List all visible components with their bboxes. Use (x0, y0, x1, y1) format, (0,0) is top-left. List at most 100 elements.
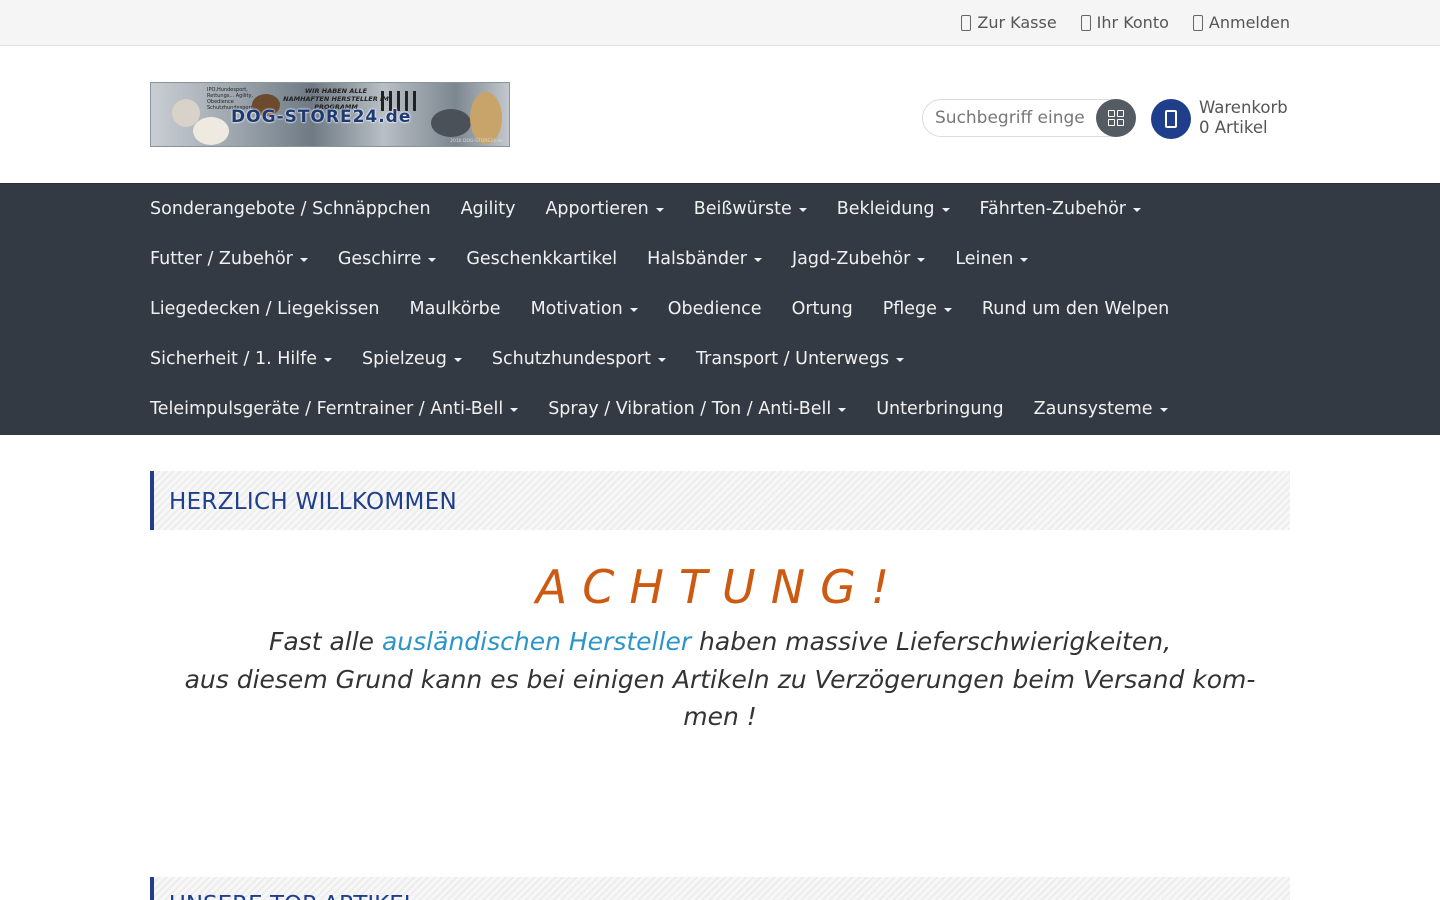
nav-item[interactable]: Leinen (955, 249, 1029, 269)
nav-item[interactable]: Apportieren (545, 199, 664, 219)
welcome-section-header: HERZLICH WILLKOMMEN (150, 471, 1290, 530)
nav-item[interactable]: Spielzeug (362, 349, 462, 369)
caret-down-icon (629, 308, 638, 312)
caret-down-icon (753, 258, 762, 262)
nav-item[interactable]: Ortung (792, 299, 853, 319)
store-logo[interactable]: IPO,Hundesport, Rettungs... Agility, Obe… (150, 82, 510, 147)
search-box (922, 99, 1136, 137)
notice-line-1: Fast alle ausländischen Hersteller haben… (150, 623, 1290, 661)
login-icon (1192, 14, 1203, 31)
logo-handler-graphic (431, 109, 471, 137)
notice-line-3: men ! (683, 702, 757, 731)
nav-item-label: Schutzhundesport (491, 349, 651, 369)
nav-item-label: Pflege (882, 299, 937, 319)
caret-down-icon (941, 208, 950, 212)
nav-item-label: Beißwürste (693, 199, 792, 219)
nav-item-label: Zaunsysteme (1033, 399, 1153, 419)
caret-down-icon (838, 408, 847, 412)
nav-item[interactable]: Zaunsysteme (1034, 399, 1168, 419)
checkout-link[interactable]: Zur Kasse (961, 13, 1057, 32)
nav-row: Teleimpulsgeräte / Ferntrainer / Anti-Be… (150, 384, 1290, 434)
search-button[interactable] (1096, 99, 1136, 137)
nav-item[interactable]: Agility (461, 199, 516, 219)
logo-brand-text: DOG-STORE24.de (231, 107, 412, 127)
nav-item[interactable]: Sicherheit / 1. Hilfe (150, 349, 333, 369)
header: IPO,Hundesport, Rettungs... Agility, Obe… (0, 46, 1440, 183)
nav-item[interactable]: Fährten-Zubehör (980, 199, 1141, 219)
nav-item-label: Teleimpulsgeräte / Ferntrainer / Anti-Be… (150, 399, 504, 419)
nav-item[interactable]: Jagd-Zubehör (791, 249, 926, 269)
nav-item-label: Jagd-Zubehör (791, 249, 911, 269)
nav-item[interactable]: Bekleidung (837, 199, 950, 219)
nav-item[interactable]: Geschirre (337, 249, 437, 269)
nav-row: Liegedecken / Liegekissen Maulkörbe Motiva… (150, 284, 1290, 334)
search-input[interactable] (935, 106, 1085, 130)
notice-line-1-post: haben massive Lieferschwierigkeiten, (691, 627, 1172, 656)
nav-item-label: Agility (460, 199, 516, 219)
nav-item[interactable]: Motivation (531, 299, 638, 319)
cart-button[interactable] (1151, 99, 1191, 139)
foreign-manufacturers-link[interactable]: ausländischen Hersteller (382, 627, 691, 656)
top-articles-title: UNSERE TOP-ARTIKEL (169, 892, 417, 900)
nav-row: Sicherheit / 1. Hilfe Spielzeug Schutzhund… (150, 334, 1290, 384)
nav-item[interactable]: Teleimpulsgeräte / Ferntrainer / Anti-Be… (150, 399, 519, 419)
nav-item-label: Fährten-Zubehör (979, 199, 1126, 219)
nav-item-label: Maulkörbe (409, 299, 501, 319)
caret-down-icon (655, 208, 664, 212)
nav-item-label: Rund um den Welpen (981, 299, 1170, 319)
nav-item[interactable]: Futter / Zubehör (150, 249, 308, 269)
nav-item[interactable]: Spray / Vibration / Ton / Anti-Bell (548, 399, 847, 419)
nav-item-label: Liegedecken / Liegekissen (150, 299, 380, 319)
nav-row: Futter / Zubehör Geschirre Geschenkkartike… (150, 234, 1290, 284)
logo-dog-tan-graphic (470, 92, 502, 144)
nav-item-label: Geschirre (337, 249, 422, 269)
nav-item[interactable]: Liegedecken / Liegekissen (150, 299, 379, 319)
caret-down-icon (299, 258, 308, 262)
nav-item-label: Geschenkkartikel (466, 249, 618, 269)
nav-item[interactable]: Beißwürste (694, 199, 807, 219)
search-grid-icon (1108, 110, 1124, 126)
nav-item-label: Halsbänder (647, 249, 747, 269)
caret-down-icon (453, 358, 462, 362)
login-link-label: Anmelden (1208, 13, 1290, 32)
nav-item[interactable]: Geschenkkartikel (466, 249, 617, 269)
logo-dog-white-graphic (193, 117, 229, 145)
category-nav: Sonderangebote / Schnäppchen Agility Appor… (0, 183, 1440, 435)
checkout-icon (961, 14, 972, 31)
nav-item[interactable]: Rund um den Welpen (982, 299, 1169, 319)
cart-label: Warenkorb (1199, 98, 1288, 117)
account-link[interactable]: Ihr Konto (1080, 13, 1169, 32)
nav-item-label: Sicherheit / 1. Hilfe (150, 349, 318, 369)
nav-item-label: Bekleidung (836, 199, 935, 219)
delivery-notice: Fast alle ausländischen Hersteller haben… (150, 623, 1290, 736)
top-links: Zur Kasse Ihr Konto Anmelden (961, 0, 1290, 45)
nav-item-label: Leinen (955, 249, 1014, 269)
nav-item[interactable]: Sonderangebote / Schnäppchen (150, 199, 431, 219)
nav-item[interactable]: Halsbänder (647, 249, 762, 269)
nav-item-label: Futter / Zubehör (150, 249, 293, 269)
nav-item[interactable]: Transport / Unterwegs (696, 349, 905, 369)
category-nav-inner: Sonderangebote / Schnäppchen Agility Appor… (150, 184, 1290, 434)
nav-item-label: Motivation (530, 299, 623, 319)
login-link[interactable]: Anmelden (1192, 13, 1290, 32)
nav-item-label: Obedience (667, 299, 762, 319)
welcome-title: HERZLICH WILLKOMMEN (169, 489, 458, 515)
nav-item[interactable]: Maulkörbe (409, 299, 500, 319)
nav-item-label: Transport / Unterwegs (696, 349, 890, 369)
nav-item-label: Apportieren (545, 199, 649, 219)
nav-item[interactable]: Pflege (883, 299, 952, 319)
caret-down-icon (1020, 258, 1029, 262)
achtung-heading: ACHTUNG! (535, 560, 905, 614)
nav-item[interactable]: Unterbringung (876, 399, 1003, 419)
nav-row: Sonderangebote / Schnäppchen Agility Appor… (150, 184, 1290, 234)
top-bar: Zur Kasse Ihr Konto Anmelden (0, 0, 1440, 46)
logo-footer-text: 2010 DOG-STORE24.de (450, 139, 503, 144)
caret-down-icon (917, 258, 926, 262)
caret-down-icon (798, 208, 807, 212)
cart-summary[interactable]: Warenkorb 0 Artikel (1199, 98, 1288, 138)
nav-item[interactable]: Schutzhundesport (492, 349, 666, 369)
nav-item[interactable]: Obedience (668, 299, 762, 319)
caret-down-icon (1159, 408, 1168, 412)
cart-icon (1165, 110, 1177, 128)
logo-figure-graphic (413, 91, 416, 111)
